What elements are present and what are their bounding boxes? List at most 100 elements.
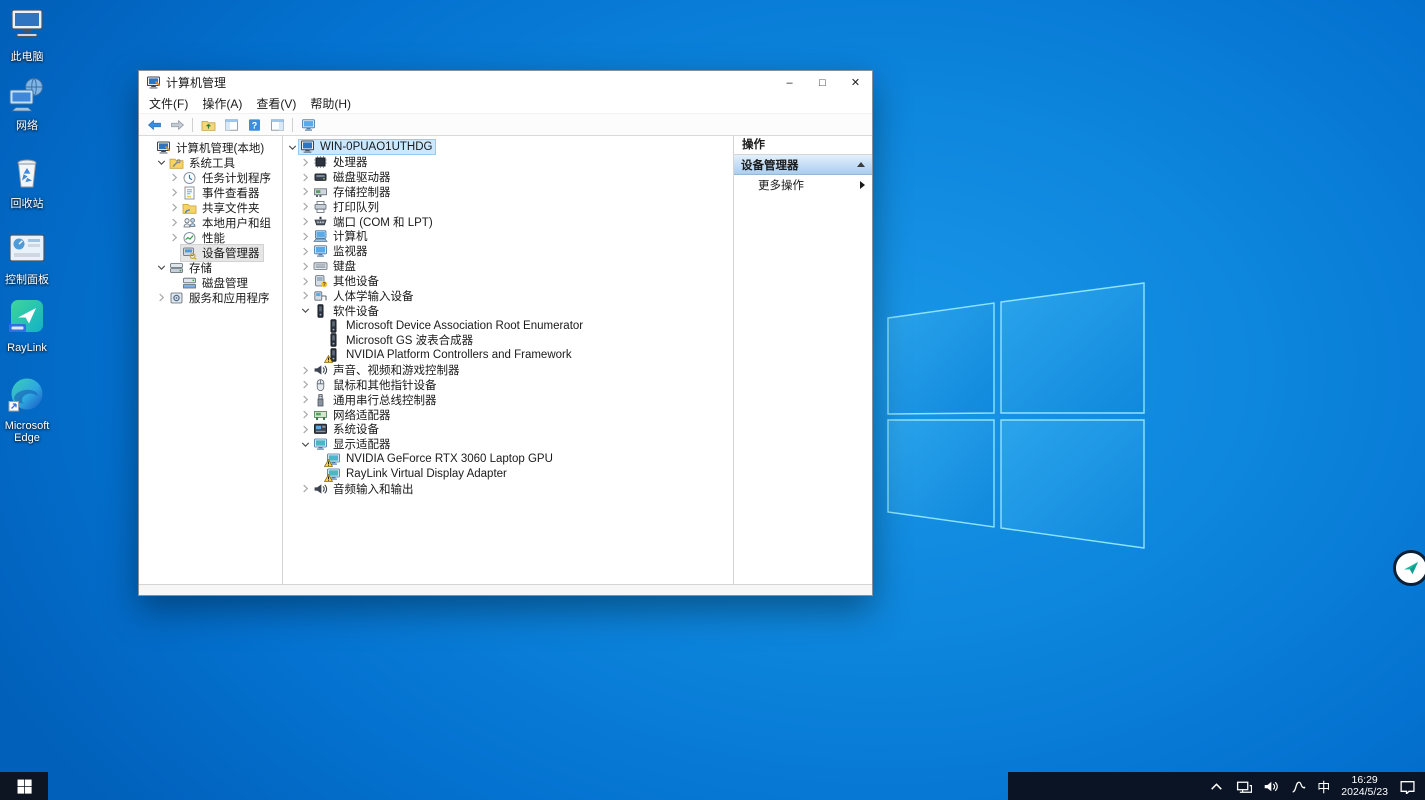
title-bar[interactable]: 计算机管理 – □ ✕ [139,71,872,94]
chevron-right-icon[interactable] [168,218,180,227]
clock-date: 2024/5/23 [1341,786,1388,798]
this-pc-icon [2,8,52,49]
ime-indicator[interactable]: 中 [1317,777,1330,796]
forward-icon[interactable] [167,116,187,134]
help-icon[interactable]: ? [244,116,264,134]
chevron-right-icon[interactable] [299,484,311,493]
event-viewer-icon [182,186,197,200]
chevron-right-icon[interactable] [299,410,311,419]
action-pane-icon[interactable] [267,116,287,134]
chevron-right-icon[interactable] [299,187,311,196]
local-users-icon [182,216,197,230]
taskbar-clock[interactable]: 16:29 2024/5/23 [1341,774,1388,798]
console-tree-icon[interactable] [221,116,241,134]
chevron-right-icon[interactable] [299,262,311,271]
desktop-icon-label: 网络 [2,120,52,132]
menu-view[interactable]: 查看(V) [249,94,303,113]
chevron-right-icon[interactable] [299,202,311,211]
export-monitor-icon[interactable] [298,116,318,134]
tree-item-content[interactable]: 音频输入和输出 [311,480,418,498]
chevron-right-icon[interactable] [299,232,311,241]
tree-item[interactable]: 软件设备 [283,303,733,318]
desktop-icon-label: 回收站 [2,198,52,210]
tree-item-content[interactable]: 服务和应用程序 [167,289,274,307]
chevron-down-icon[interactable] [155,263,167,272]
menu-help[interactable]: 帮助(H) [303,94,358,113]
disk-drive-icon [313,170,328,184]
chevron-right-icon[interactable] [299,217,311,226]
tree-item[interactable]: 显示适配器 [283,437,733,452]
tree-item-label: RayLink Virtual Display Adapter [345,468,508,480]
minimize-button[interactable]: – [773,71,806,94]
task-scheduler-icon [182,171,197,185]
tree-item-label: WIN-0PUAO1UTHDG [319,141,433,153]
edge-icon [2,377,52,418]
chevron-right-icon[interactable] [168,203,180,212]
tree-item-content[interactable]: NVIDIA GeForce RTX 3060 Laptop GPU [324,451,557,467]
chevron-right-icon[interactable] [168,188,180,197]
usb-icon [313,393,328,407]
chevron-right-icon[interactable] [299,380,311,389]
monitor-icon [313,244,328,258]
chevron-right-icon[interactable] [299,247,311,256]
desktop-icon-this-pc[interactable]: 此电脑 [2,8,52,63]
chevron-right-icon[interactable] [299,291,311,300]
up-folder-icon[interactable] [198,116,218,134]
status-bar [139,584,872,595]
display-adapter-icon [313,437,328,451]
pen-icon[interactable] [1290,779,1306,794]
start-button[interactable] [0,772,48,800]
tree-item[interactable]: 音频输入和输出 [283,481,733,496]
actions-group-label: 设备管理器 [741,157,799,173]
svg-text:?: ? [322,282,326,288]
chevron-right-icon[interactable] [168,233,180,242]
network-icon [2,77,52,118]
close-button[interactable]: ✕ [839,71,872,94]
volume-icon[interactable] [1263,779,1279,794]
menu-file[interactable]: 文件(F) [142,94,195,113]
software-device-icon [326,348,341,362]
windows-logo-wallpaper [878,276,1153,556]
chevron-right-icon[interactable] [299,395,311,404]
desktop-icon-label: 控制面板 [2,274,52,286]
chevron-right-icon[interactable] [299,425,311,434]
chevron-right-icon[interactable] [299,173,311,182]
maximize-button[interactable]: □ [806,71,839,94]
desktop-icon-control-panel[interactable]: 控制面板 [2,231,52,286]
selected-tree-item[interactable]: 设备管理器 [180,244,264,262]
console-tree-pane: 计算机管理(本地)系统工具任务计划程序事件查看器共享文件夹本地用户和组性能设备管… [139,136,283,584]
chevron-down-icon[interactable] [155,158,167,167]
collapse-arrow-icon[interactable] [857,162,865,167]
chevron-down-icon[interactable] [299,306,311,315]
tree-item[interactable]: 服务和应用程序 [139,290,282,305]
toolbar-separator [292,118,293,132]
actions-pane: 操作 设备管理器 更多操作 [734,136,872,584]
storage-controller-icon [313,185,328,199]
network-tray-icon[interactable] [1236,779,1252,794]
desktop-icon-network[interactable]: 网络 [2,77,52,132]
chevron-right-icon[interactable] [155,293,167,302]
desktop-icon-recycle-bin[interactable]: 回收站 [2,155,52,210]
actions-group-device-manager[interactable]: 设备管理器 [734,155,872,175]
other-device-icon: ? [313,274,328,288]
control-panel-icon [2,231,52,272]
chevron-right-icon[interactable] [299,158,311,167]
network-adapter-icon [313,408,328,422]
action-center-icon[interactable] [1399,779,1415,794]
menu-action[interactable]: 操作(A) [195,94,249,113]
chevron-right-icon[interactable] [299,366,311,375]
more-actions-label: 更多操作 [758,177,804,193]
tree-item[interactable]: Microsoft GS 波表合成器 [283,333,733,348]
desktop-icon-raylink[interactable]: RayLink [2,299,52,354]
back-icon[interactable] [144,116,164,134]
chevron-right-icon[interactable] [168,173,180,182]
tree-item[interactable]: NVIDIA GeForce RTX 3060 Laptop GPU [283,452,733,467]
software-device-icon [313,304,328,318]
chevron-right-icon[interactable] [299,277,311,286]
desktop-icon-microsoft-edge[interactable]: Microsoft Edge [2,377,52,444]
chevron-down-icon[interactable] [286,143,298,152]
chevron-down-icon[interactable] [299,440,311,449]
more-actions-item[interactable]: 更多操作 [734,175,872,195]
tray-overflow-chevron-icon[interactable] [1209,779,1225,794]
raylink-floating-button[interactable] [1393,550,1425,586]
